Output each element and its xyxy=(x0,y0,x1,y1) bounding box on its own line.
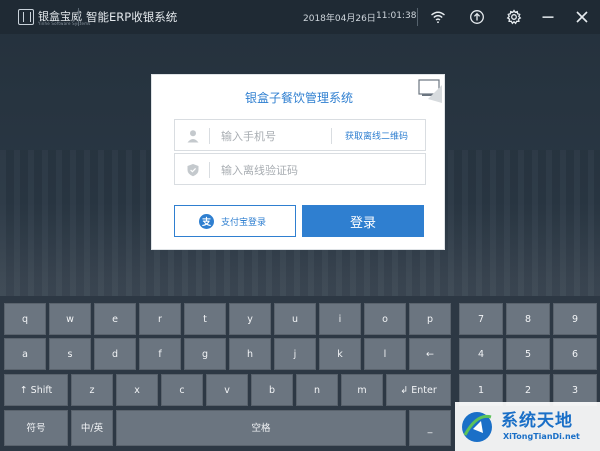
watermark-title: 系统天地 xyxy=(501,411,573,431)
key-s[interactable]: s xyxy=(49,338,91,370)
key-space[interactable]: 空格 xyxy=(116,410,406,446)
key-num-8[interactable]: 8 xyxy=(506,303,550,335)
key-t[interactable]: t xyxy=(184,303,226,335)
key-e[interactable]: e xyxy=(94,303,136,335)
alipay-login-label: 支付宝登录 xyxy=(221,218,267,228)
login-card: 银盒子餐饮管理系统 获取离线二维码 支 支付宝登 xyxy=(151,74,445,250)
minimize-icon[interactable] xyxy=(540,9,556,25)
key-underscore[interactable]: _ xyxy=(409,410,451,446)
wifi-icon[interactable] xyxy=(430,9,446,25)
key-f[interactable]: f xyxy=(139,338,181,370)
login-button[interactable]: 登录 xyxy=(302,205,424,237)
current-time: 11:01:38 xyxy=(376,11,417,21)
alipay-icon: 支 xyxy=(199,214,214,229)
key-h[interactable]: h xyxy=(229,338,271,370)
offline-code-input[interactable] xyxy=(221,161,341,179)
qr-toggle-icon[interactable] xyxy=(416,77,442,103)
key-x[interactable]: x xyxy=(116,374,158,406)
key-w[interactable]: w xyxy=(49,303,91,335)
key-k[interactable]: k xyxy=(319,338,361,370)
key-num-6[interactable]: 6 xyxy=(553,338,597,370)
phone-input[interactable] xyxy=(221,127,341,145)
topbar-divider-right xyxy=(417,8,418,26)
topbar-divider xyxy=(78,8,79,26)
user-icon xyxy=(186,128,200,143)
key-backspace[interactable]: ← xyxy=(409,338,451,370)
brand-logo-icon xyxy=(18,9,34,25)
login-button-label: 登录 xyxy=(349,216,376,231)
settings-gear-icon[interactable] xyxy=(506,9,522,25)
key-shift[interactable]: ↑ Shift xyxy=(4,374,68,406)
key-a[interactable]: a xyxy=(4,338,46,370)
key-j[interactable]: j xyxy=(274,338,316,370)
key-p[interactable]: p xyxy=(409,303,451,335)
get-offline-qr-link[interactable]: 获取离线二维码 xyxy=(345,129,408,142)
key-r[interactable]: r xyxy=(139,303,181,335)
field-divider xyxy=(209,128,210,144)
top-bar: 银盒宝威 Yinhe Software Systems 智能ERP收银系统 20… xyxy=(0,0,600,34)
key-b[interactable]: b xyxy=(251,374,293,406)
phone-field: 获取离线二维码 xyxy=(174,119,426,151)
key-enter[interactable]: ↲ Enter xyxy=(386,374,451,406)
key-l[interactable]: l xyxy=(364,338,406,370)
key-lang-toggle[interactable]: 中/英 xyxy=(71,410,113,446)
key-d[interactable]: d xyxy=(94,338,136,370)
key-num-4[interactable]: 4 xyxy=(459,338,503,370)
key-num-5[interactable]: 5 xyxy=(506,338,550,370)
key-y[interactable]: y xyxy=(229,303,271,335)
shield-icon xyxy=(186,162,200,177)
current-date: 2018年04月26日 xyxy=(303,14,376,24)
key-n[interactable]: n xyxy=(296,374,338,406)
key-o[interactable]: o xyxy=(364,303,406,335)
key-g[interactable]: g xyxy=(184,338,226,370)
key-q[interactable]: q xyxy=(4,303,46,335)
key-i[interactable]: i xyxy=(319,303,361,335)
key-z[interactable]: z xyxy=(71,374,113,406)
watermark-logo-icon xyxy=(459,405,495,445)
key-c[interactable]: c xyxy=(161,374,203,406)
alipay-login-button[interactable]: 支 支付宝登录 xyxy=(174,205,296,237)
key-num-7[interactable]: 7 xyxy=(459,303,503,335)
key-m[interactable]: m xyxy=(341,374,383,406)
watermark-url: XiTongTianDi.net xyxy=(503,432,580,441)
login-title: 银盒子餐饮管理系统 xyxy=(244,91,353,105)
code-field xyxy=(174,153,426,185)
watermark: 系统天地 XiTongTianDi.net xyxy=(455,402,600,451)
field-divider-qr xyxy=(331,128,332,144)
brand-subtext: Yinhe Software Systems xyxy=(38,21,91,26)
key-u[interactable]: u xyxy=(274,303,316,335)
key-num-9[interactable]: 9 xyxy=(553,303,597,335)
key-v[interactable]: v xyxy=(206,374,248,406)
key-symbols[interactable]: 符号 xyxy=(4,410,68,446)
field-divider xyxy=(209,162,210,178)
close-icon[interactable] xyxy=(574,9,590,25)
upload-icon[interactable] xyxy=(469,9,485,25)
app-title: 智能ERP收银系统 xyxy=(86,10,178,24)
